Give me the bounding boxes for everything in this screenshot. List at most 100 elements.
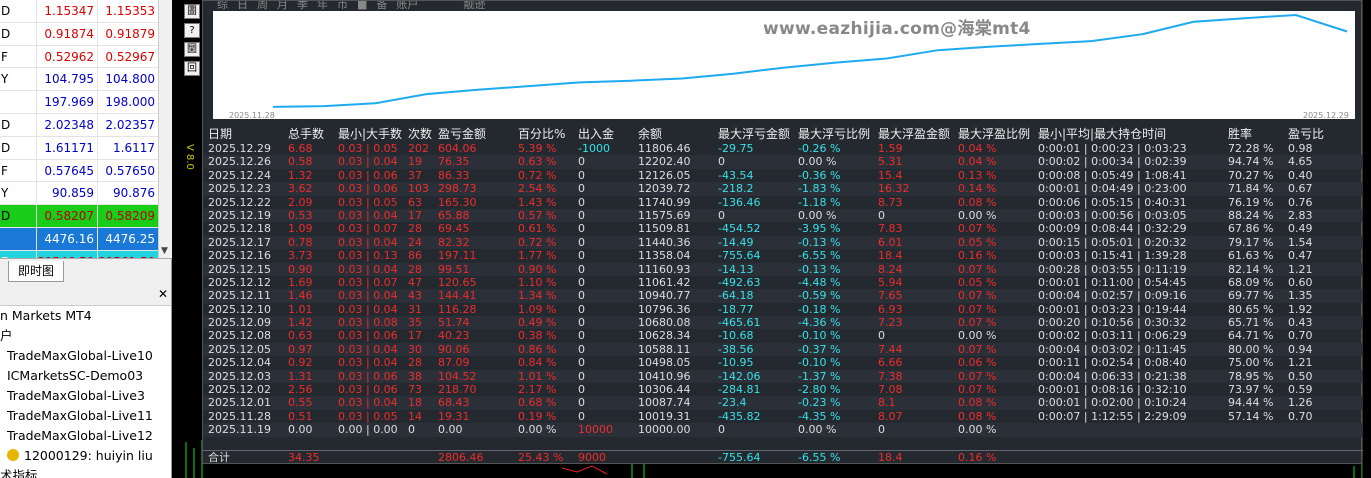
table-row[interactable]: 2025.11.19 0.00 0.00 | 0.00 0 0.00 0.00 % 1000… <box>203 423 1363 437</box>
market-watch-row[interactable]: 4476.16 4476.25 <box>0 227 171 251</box>
table-cell: 2.09 <box>288 195 313 209</box>
table-row[interactable]: 2025.12.02 2.56 0.03 | 0.06 73 218.70 2.17 % 0… <box>203 383 1363 396</box>
column-header[interactable]: 最小|大手数 <box>338 126 402 142</box>
market-watch-row[interactable]: D 1.61171 1.6117 <box>0 136 171 160</box>
nav-account-item[interactable]: ICMarketsSC-Demo03 <box>0 366 171 386</box>
market-watch-row[interactable]: D 0.58207 0.58209 <box>0 205 171 228</box>
bid-cell: 1.15347 <box>36 0 97 22</box>
table-cell: 0 <box>718 208 725 222</box>
table-row[interactable]: 2025.12.01 0.55 0.03 | 0.04 18 68.43 0.68 % 0 1… <box>203 396 1363 410</box>
table-row[interactable]: 2025.12.22 2.09 0.03 | 0.05 63 165.30 1.43 % 0… <box>203 196 1363 209</box>
table-row[interactable]: 2025.12.08 0.63 0.03 | 0.06 17 40.23 0.38 % 0 1… <box>203 329 1363 342</box>
table-row[interactable]: 2025.12.03 1.31 0.03 | 0.06 38 104.52 1.01 % 0… <box>203 369 1363 384</box>
toolbar-icon[interactable]: 圕 <box>184 4 200 19</box>
table-cell: 3.73 <box>288 249 313 263</box>
table-row[interactable]: 2025.12.16 3.73 0.03 | 0.13 86 197.11 1.77 % 0… <box>203 249 1363 262</box>
toolbar-icon[interactable]: 回 <box>184 61 200 76</box>
table-row[interactable]: 2025.12.23 3.62 0.03 | 0.06 103 298.73 2.54 %… <box>203 182 1363 196</box>
period-tab[interactable]: 备 <box>376 1 387 11</box>
table-row[interactable]: 2025.12.17 0.78 0.03 | 0.04 24 82.32 0.72 % 0 1… <box>203 235 1363 250</box>
period-tab[interactable]: 综 <box>217 1 228 11</box>
table-row[interactable]: 2025.12.12 1.69 0.03 | 0.07 47 120.65 1.10 % 0… <box>203 276 1363 289</box>
nav-account-item[interactable]: TradeMaxGlobal-Live10 <box>0 346 171 366</box>
market-watch-row[interactable]: Y 90.859 90.876 <box>0 182 171 206</box>
table-cell: 1.01 % <box>518 369 557 383</box>
table-cell: 28 <box>408 356 422 370</box>
nav-broker[interactable]: n Markets MT4 <box>0 306 171 326</box>
table-cell: 0.50 <box>1288 369 1313 383</box>
nav-accounts-folder[interactable]: 户 <box>0 326 171 346</box>
column-header[interactable]: 盈亏比 <box>1288 126 1324 142</box>
period-tab[interactable]: 币 <box>337 1 348 11</box>
column-header[interactable]: 最大浮亏比例 <box>798 126 870 142</box>
period-tab[interactable]: ■ <box>357 1 367 11</box>
table-row[interactable]: 2025.11.28 0.51 0.03 | 0.05 14 19.31 0.19 % 0 1… <box>203 410 1363 423</box>
table-cell: 5.39 % <box>518 142 557 155</box>
period-tab[interactable]: 月 <box>277 1 288 11</box>
market-watch-row[interactable]: F 0.57645 0.57650 <box>0 159 171 183</box>
table-row[interactable]: 2025.12.15 0.90 0.03 | 0.04 28 99.51 0.90 % 0 1… <box>203 262 1363 276</box>
table-cell: 0 <box>578 262 585 276</box>
period-tab[interactable]: 账户 <box>396 1 418 11</box>
ask-cell: 0.52967 <box>97 45 158 68</box>
column-header[interactable]: 百分比% <box>518 126 565 142</box>
table-cell: 2025.12.03 <box>208 369 271 383</box>
table-row[interactable]: 2025.12.09 1.42 0.03 | 0.08 35 51.74 0.49 % 0 1… <box>203 316 1363 330</box>
table-row[interactable]: 2025.12.04 0.92 0.03 | 0.04 28 87.09 0.84 % 0 1… <box>203 356 1363 369</box>
table-cell: 65.71 % <box>1228 316 1274 330</box>
column-header[interactable]: 日期 <box>208 126 232 142</box>
market-watch-scrollbar[interactable]: ▼ <box>158 0 172 258</box>
period-tab[interactable]: 周 <box>257 1 268 11</box>
table-cell: 10796.36 <box>638 302 691 316</box>
table-row[interactable]: 2025.12.29 6.68 0.03 | 0.05 202 604.06 5.39 %… <box>203 142 1363 155</box>
column-header[interactable]: 总手数 <box>288 126 324 142</box>
table-cell: -23.4 <box>718 396 747 410</box>
nav-user[interactable]: 12000129: huiyin liu <box>0 446 171 466</box>
table-row[interactable]: 2025.12.10 1.01 0.03 | 0.04 31 116.28 1.09 % 0… <box>203 303 1363 316</box>
table-cell: 0.13 % <box>958 168 997 182</box>
table-row[interactable]: 2025.12.05 0.97 0.03 | 0.04 30 90.06 0.86 % 0 1… <box>203 342 1363 357</box>
nav-account-item[interactable]: TradeMaxGlobal-Live11 <box>0 406 171 426</box>
table-row[interactable]: 2025.12.11 1.46 0.03 | 0.04 43 144.41 1.34 % 0… <box>203 289 1363 303</box>
period-tab[interactable]: 年 <box>317 1 328 11</box>
table-cell: 11806.46 <box>638 142 691 155</box>
market-watch-row[interactable]: 197.969 198.000 <box>0 91 171 114</box>
period-tab[interactable]: 日 <box>237 1 248 11</box>
column-header[interactable]: 最小|平均|最大持仓时间 <box>1038 126 1166 142</box>
table-cell: 3.62 <box>288 182 313 196</box>
toolbar-icon[interactable]: ? <box>184 23 200 38</box>
period-tab[interactable]: 靓逊 <box>463 1 485 11</box>
table-row[interactable]: 2025.12.19 0.53 0.03 | 0.04 17 65.88 0.57 % 0 1… <box>203 208 1363 223</box>
nav-account-item[interactable]: TradeMaxGlobal-Live3 <box>0 386 171 406</box>
bid-cell: 0.57645 <box>36 159 97 182</box>
market-watch-row[interactable]: D 1.15347 1.15353 <box>0 0 171 23</box>
market-watch-row[interactable]: F 0.52962 0.52967 <box>0 45 171 69</box>
nav-indicators[interactable]: 术指标 <box>0 466 171 478</box>
table-cell: 0 <box>578 168 585 182</box>
table-cell: 0:00:01 | 0:03:23 | 0:19:44 <box>1038 302 1187 316</box>
market-watch-row[interactable]: D 2.02348 2.02357 <box>0 113 171 137</box>
table-row[interactable]: 2025.12.26 0.58 0.03 | 0.04 19 76.35 0.63 % 0 1… <box>203 155 1363 169</box>
table-cell: 0:00:01 | 0:08:16 | 0:32:10 <box>1038 383 1187 397</box>
column-header[interactable]: 盈亏金额 <box>438 126 486 142</box>
column-header[interactable]: 次数 <box>408 126 432 142</box>
table-row[interactable]: 2025.12.24 1.32 0.03 | 0.06 37 86.33 0.72 % 0 1… <box>203 169 1363 182</box>
nav-account-item[interactable]: TradeMaxGlobal-Live12 <box>0 426 171 446</box>
market-watch-row[interactable]: Y 104.795 104.800 <box>0 68 171 92</box>
column-header[interactable]: 最大浮盈比例 <box>958 126 1030 142</box>
toolbar-icon[interactable]: 圞 <box>184 42 200 57</box>
column-header[interactable]: 最大浮盈金额 <box>878 126 950 142</box>
table-row[interactable]: 2025.12.18 1.09 0.03 | 0.07 28 69.45 0.61 % 0 1… <box>203 222 1363 235</box>
table-cell: 82.14 % <box>1228 262 1274 276</box>
table-cell: 0.07 % <box>958 369 997 383</box>
table-cell: 2025.12.04 <box>208 356 271 370</box>
column-header[interactable]: 出入金 <box>578 126 614 142</box>
period-tab[interactable]: 季 <box>297 1 308 11</box>
market-watch-row[interactable]: D 0.91874 0.91879 <box>0 22 171 46</box>
close-icon[interactable]: ✕ <box>158 287 168 301</box>
column-header[interactable]: 最大浮亏金额 <box>718 126 790 142</box>
scroll-down-icon[interactable]: ▼ <box>161 246 168 256</box>
column-header[interactable]: 胜率 <box>1228 126 1252 142</box>
column-header[interactable]: 余额 <box>638 126 662 142</box>
tab-tick-chart[interactable]: 即时图 <box>8 261 64 282</box>
